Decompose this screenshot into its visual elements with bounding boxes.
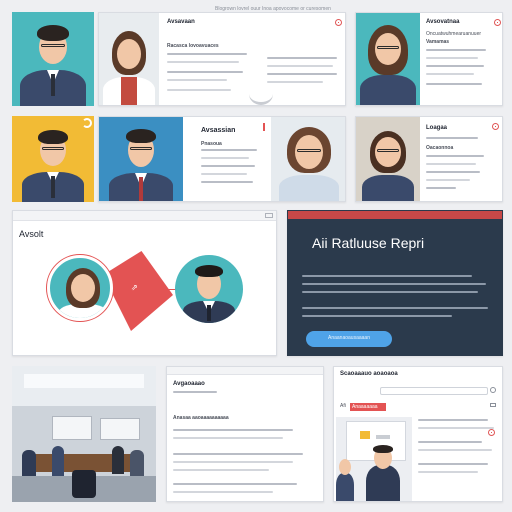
- report-button-label: Anaanaoausaaaan: [328, 335, 370, 341]
- window-button[interactable]: [490, 403, 496, 407]
- red-tick: [263, 123, 265, 131]
- portrait-man-teal: [12, 12, 94, 106]
- card2-line1: Oncuatwuhmearuanuuer: [426, 31, 482, 37]
- card3-title: Avsassian: [201, 127, 236, 134]
- document-card: Avgaoaaao Anasaa aaoaaaaaaaaaa: [166, 366, 324, 502]
- decorative-arc: [82, 118, 92, 128]
- search-bar[interactable]: [380, 387, 488, 395]
- report-title: Aii Ratluuse Repri: [312, 235, 425, 251]
- decorative-swoosh: [249, 83, 273, 105]
- card4-subtitle: Oacaonnoa: [426, 145, 454, 151]
- card8-tab[interactable]: Afi: [340, 403, 346, 409]
- report-button[interactable]: Anaanaoausaaaan: [306, 331, 392, 347]
- office-meeting-photo: [12, 366, 156, 502]
- portrait-woman-center: [271, 117, 345, 201]
- browser-card: Scaoaaauo aoaoaoa Afi Anaaaaaaa: [333, 366, 503, 502]
- card7-heading: Anasaa aaoaaaaaaaaaa: [173, 415, 229, 421]
- close-icon[interactable]: [492, 123, 499, 130]
- red-tab-label: Anaaaaaaa: [352, 404, 378, 410]
- close-icon[interactable]: [335, 19, 342, 26]
- card1-subtitle: Racasca lovoavuaces: [167, 43, 219, 49]
- report-card: Aii Ratluuse Repri Anaanaoausaaaan: [287, 210, 503, 356]
- close-icon[interactable]: [494, 19, 501, 26]
- card5-title: Avsolt: [19, 229, 44, 239]
- portrait-woman-office: [356, 117, 420, 201]
- profile-card-2: Avsovatnaa Oncuatwuhmearuanuuer Vamamas: [355, 12, 503, 106]
- card1-title: Avsavaan: [167, 19, 195, 25]
- portrait-woman-teal: [356, 13, 420, 105]
- card2-title: Avsovatnaa: [426, 19, 460, 25]
- avatar-man-circle: [175, 255, 243, 323]
- card4-title: Loagaa: [426, 125, 448, 131]
- report-accent-bar: [288, 211, 502, 219]
- card2-subtitle: Vamamas: [426, 39, 450, 45]
- portrait-man-yellow: [12, 116, 94, 202]
- presenter-illustration: [336, 417, 412, 501]
- window-button[interactable]: [265, 213, 273, 218]
- profile-card-4: Loagaa Oacaonnoa: [355, 116, 503, 202]
- profile-card-3: Avsassian Pnasoua: [98, 116, 346, 202]
- window-bar: [167, 367, 323, 375]
- avatar-woman-circle: [47, 255, 113, 321]
- window-bar: [13, 211, 276, 221]
- red-arrow-shape: [103, 251, 173, 331]
- close-icon[interactable]: [488, 429, 495, 436]
- card8-title: Scaoaaauo aoaoaoa: [340, 371, 398, 377]
- portrait-man-blue: [99, 117, 183, 201]
- profile-card-1: Avsavaan Racasca lovoavuaces: [98, 12, 346, 106]
- portrait-woman: [99, 13, 159, 105]
- options-icon[interactable]: [490, 387, 496, 393]
- red-tab[interactable]: Anaaaaaaa: [350, 403, 386, 411]
- arrow-glyph: ⇗: [131, 283, 138, 292]
- card7-title: Avgaoaaao: [173, 381, 205, 387]
- card3-subtitle: Pnasoua: [201, 141, 222, 147]
- comparison-card: Avsolt ⇗: [12, 210, 277, 356]
